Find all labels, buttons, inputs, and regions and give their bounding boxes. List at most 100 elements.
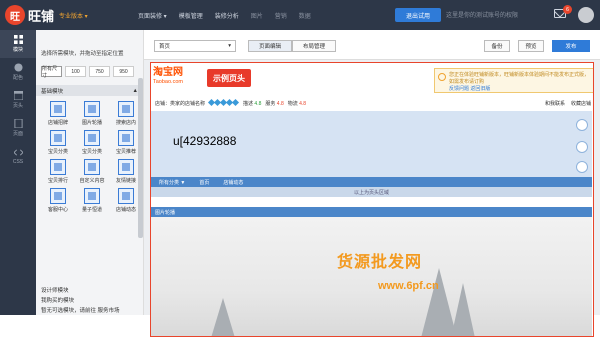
- module-label: 宝贝推荐: [115, 149, 136, 155]
- module-item[interactable]: 宝贝分类: [76, 130, 108, 155]
- nav-analysis[interactable]: 装修分析: [215, 11, 239, 20]
- metric-describe-value: 4.8: [254, 101, 262, 107]
- shop-info-row: 店铺：类家的店铺名称 描述 4.8 服务 4.8 物流 4.8: [155, 98, 591, 107]
- shop-news-icon: [118, 188, 134, 204]
- info-icon: [438, 73, 446, 81]
- logo-icon: 旺: [5, 5, 25, 25]
- carousel-image[interactable]: [151, 217, 592, 336]
- section-bought-modules[interactable]: 我购买的模块: [41, 295, 139, 305]
- taobao-logo-en: Taobao.com: [153, 79, 183, 85]
- page-icon: [13, 119, 23, 128]
- metric-service-label: 服务: [265, 101, 276, 107]
- section-basic-label: 基础模块: [41, 88, 64, 95]
- nav-page-decor[interactable]: 页面装修 ▾: [138, 11, 167, 20]
- chevron-down-icon: ▾: [228, 43, 231, 49]
- shop-name[interactable]: 店铺：类家的店铺名称: [155, 100, 205, 107]
- side-tool-icon[interactable]: [576, 141, 588, 153]
- module-item[interactable]: 图片轮播: [76, 101, 108, 126]
- metric-logistics: 物流 4.8: [288, 100, 306, 107]
- metric-service: 服务 4.8: [265, 100, 283, 107]
- shop-header[interactable]: 淘宝网 Taobao.com 示例页头 您正在体验旺铺新版本，旺铺新版本体验期间…: [151, 63, 593, 99]
- menu-all-categories[interactable]: 所有分类 ▼: [159, 179, 185, 186]
- custom-content-icon: [84, 159, 100, 175]
- module-label: 宝贝排行: [47, 178, 68, 184]
- module-item[interactable]: 量子恒道: [76, 188, 108, 213]
- editor-toolbar: 首页 ▾ 页面编辑 布局管理 备份 预览 发布: [144, 30, 600, 60]
- banner-text: u[42932888: [173, 134, 237, 148]
- header-icon: [13, 91, 23, 100]
- metric-logistics-label: 物流: [287, 101, 298, 107]
- module-label: 图片轮播: [81, 120, 102, 126]
- left-nav: 模块 配色 页头 页面 CSS: [0, 30, 36, 315]
- module-label: 宝贝分类: [47, 149, 68, 155]
- shop-banner[interactable]: u[42932888: [151, 111, 592, 177]
- module-item[interactable]: 客服中心: [42, 188, 74, 213]
- width-option-all[interactable]: 所有尺寸: [41, 66, 62, 79]
- nav-templates[interactable]: 模板管理: [179, 11, 203, 20]
- shop-canvas[interactable]: 淘宝网 Taobao.com 示例页头 您正在体验旺铺新版本，旺铺新版本体验期间…: [150, 62, 594, 337]
- publish-button[interactable]: 发布: [552, 40, 590, 52]
- logo[interactable]: 旺 旺铺 专业版本 ▾: [0, 0, 118, 30]
- account-tip: 这里是你的测试账号的权限: [446, 13, 519, 19]
- leftnav-css[interactable]: CSS: [0, 142, 36, 170]
- tab-layout-manage[interactable]: 布局管理: [292, 40, 336, 52]
- trial-notice: 您正在体验旺铺新版本，旺铺新版本体验期间不能发布正式版，如需发布请订购 反馈问题…: [434, 68, 593, 93]
- leftnav-header-label: 页头: [12, 103, 23, 109]
- panel-footer: 设计师模块 我购买的模块 暂无可选模块，请前往 服务市场: [36, 285, 143, 315]
- width-option-100[interactable]: 100: [65, 66, 86, 77]
- shop-menu: 所有分类 ▼ 首页 店铺动态: [151, 177, 592, 187]
- app-name: 旺铺: [28, 8, 55, 24]
- section-basic-modules[interactable]: 基础模块 ▲: [36, 85, 143, 96]
- avatar[interactable]: [578, 7, 594, 23]
- carousel-title[interactable]: 图片轮播: [151, 207, 592, 217]
- module-item[interactable]: 店铺招牌: [42, 101, 74, 126]
- code-icon: [13, 148, 23, 156]
- module-label: 店铺招牌: [47, 120, 68, 126]
- tree-shape: [451, 283, 475, 336]
- favorite-link[interactable]: 收藏店铺: [571, 100, 591, 107]
- leftnav-modules[interactable]: 模块: [0, 30, 36, 58]
- nav-marketing[interactable]: 营销: [275, 11, 287, 20]
- width-filter: 所有尺寸 100 750 950: [36, 66, 143, 79]
- backup-button[interactable]: 备份: [484, 40, 510, 52]
- module-item[interactable]: 宝贝分类: [42, 130, 74, 155]
- service-icon: [50, 188, 66, 204]
- leftnav-css-label: CSS: [12, 158, 24, 165]
- recommend-icon: [118, 130, 134, 146]
- module-item[interactable]: 自定义内容: [76, 159, 108, 184]
- tab-page-edit[interactable]: 页面编辑: [248, 40, 292, 52]
- width-option-950[interactable]: 950: [113, 66, 134, 77]
- taobao-logo: 淘宝网 Taobao.com: [153, 67, 205, 91]
- notice-link[interactable]: 反馈问题 返回旧版: [449, 86, 589, 93]
- leftnav-page[interactable]: 页面: [0, 114, 36, 142]
- section-designer-modules[interactable]: 设计师模块: [41, 285, 139, 295]
- width-option-750[interactable]: 750: [89, 66, 110, 77]
- rating-diamonds-icon: [207, 98, 240, 107]
- module-item[interactable]: 宝贝排行: [42, 159, 74, 184]
- menu-home[interactable]: 首页: [199, 179, 209, 186]
- panel-scrollbar[interactable]: [138, 78, 143, 238]
- page-select[interactable]: 首页 ▾: [154, 40, 236, 52]
- menu-shop-news[interactable]: 店铺动态: [223, 179, 243, 186]
- category-icon: [84, 130, 100, 146]
- search-icon: [118, 101, 134, 117]
- metric-describe: 描述 4.8: [243, 100, 261, 107]
- side-tool-icon[interactable]: [576, 119, 588, 131]
- leftnav-header[interactable]: 页头: [0, 86, 36, 114]
- metric-service-value: 4.8: [276, 101, 284, 107]
- nav-images[interactable]: 图片: [251, 11, 263, 20]
- palette-icon: [13, 63, 23, 72]
- side-tool-icon[interactable]: [576, 161, 588, 173]
- exit-trial-button[interactable]: 退出试用: [395, 8, 441, 22]
- preview-button[interactable]: 预览: [518, 40, 544, 52]
- contact-link[interactable]: 和我联系: [545, 100, 565, 107]
- nav-data[interactable]: 数据: [299, 11, 311, 20]
- leftnav-colors[interactable]: 配色: [0, 58, 36, 86]
- edition-selector[interactable]: 专业版本 ▾: [59, 11, 88, 20]
- tree-shape: [211, 298, 235, 336]
- leftnav-modules-label: 模块: [12, 47, 23, 53]
- module-label: 店铺动态: [115, 207, 136, 213]
- main-nav: 页面装修 ▾ 模板管理 装修分析 图片 营销 数据: [138, 11, 311, 20]
- grid-icon: [13, 35, 23, 44]
- page-select-value: 首页: [159, 44, 171, 50]
